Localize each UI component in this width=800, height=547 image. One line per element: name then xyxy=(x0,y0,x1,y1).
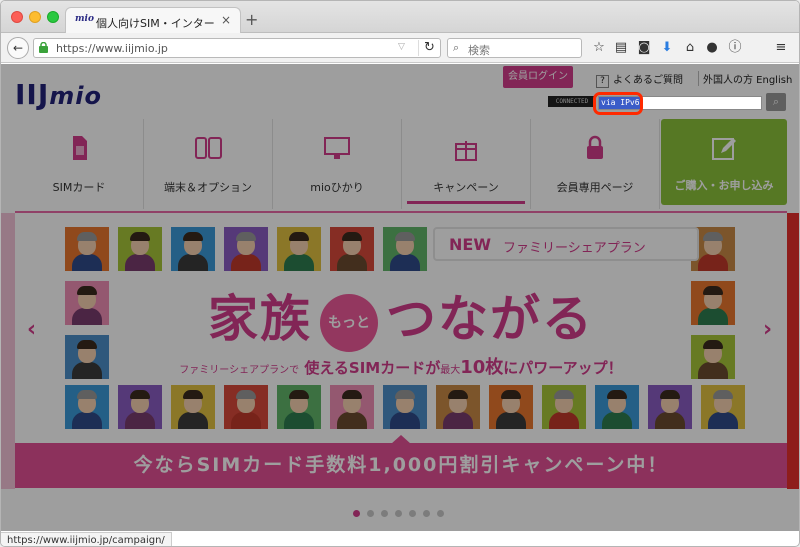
address-bar[interactable]: https://www.iijmio.jp ▽ ↻ xyxy=(33,38,441,58)
banner-side-left xyxy=(1,213,15,489)
menu-icon[interactable]: ≡ xyxy=(771,38,791,58)
member-login-button[interactable]: 会員ログイン xyxy=(503,66,573,88)
connected-badge: CONNECTED xyxy=(548,96,596,107)
tab-iijmio[interactable]: mio 個人向けSIM・インターネッ… × xyxy=(65,7,241,34)
monitor-icon xyxy=(324,137,350,159)
tab-title: 個人向けSIM・インターネッ… xyxy=(96,17,214,30)
browser-window: mio 個人向けSIM・インターネッ… × + ← https://www.ii… xyxy=(0,0,800,547)
avatar-illustration xyxy=(118,227,162,271)
plan-headline: NEW ファミリーシェアプラン xyxy=(433,227,699,261)
new-label: NEW xyxy=(449,235,491,254)
carousel-dot[interactable] xyxy=(423,510,430,517)
avatar-illustration xyxy=(277,227,321,271)
minimize-window-button[interactable] xyxy=(29,11,41,23)
main-navigation: SIMカード 端末＆オプション mioひかり キャンペーン 会員専用ページ ご購… xyxy=(15,119,787,209)
carousel-dot[interactable] xyxy=(409,510,416,517)
banner-side-right xyxy=(787,213,799,489)
avatar-illustration xyxy=(701,385,745,429)
avatar-illustration xyxy=(383,227,427,271)
bookmark-star-icon[interactable]: ☆ xyxy=(589,38,609,58)
device-icon xyxy=(195,137,222,159)
tab-strip: mio 個人向けSIM・インターネッ… × + xyxy=(1,1,799,34)
avatar-illustration xyxy=(65,385,109,429)
nav-campaign[interactable]: キャンペーン xyxy=(402,119,531,209)
avatar-illustration xyxy=(330,227,374,271)
sim-card-icon xyxy=(73,136,87,160)
faq-link[interactable]: ? よくあるご質問 xyxy=(596,71,683,88)
question-icon: ? xyxy=(596,75,609,88)
browser-search-field[interactable]: ⌕ 検索 xyxy=(447,38,582,58)
carousel-next-icon[interactable]: › xyxy=(763,317,772,342)
carousel-dots xyxy=(353,502,451,521)
maximize-window-button[interactable] xyxy=(47,11,59,23)
plan-label: ファミリーシェアプラン xyxy=(503,241,646,256)
url-dropdown-icon[interactable]: ▽ xyxy=(398,42,405,52)
url-text: https://www.iijmio.jp xyxy=(56,42,168,55)
info-icon[interactable]: ⓘ xyxy=(725,38,745,58)
campaign-banner[interactable]: NEW ファミリーシェアプラン 家族 もっと つながる ファミリーシェアプランで 使… xyxy=(15,211,787,488)
download-icon[interactable]: ⬇ xyxy=(657,38,677,58)
lock-icon xyxy=(587,135,603,159)
home-icon[interactable]: ⌂ xyxy=(680,38,700,58)
carousel-dot[interactable] xyxy=(353,510,360,517)
chat-icon[interactable]: ● xyxy=(702,38,722,58)
avatar-illustration xyxy=(224,227,268,271)
avatar-illustration xyxy=(171,385,215,429)
avatar-illustration xyxy=(171,227,215,271)
nav-member-page[interactable]: 会員専用ページ xyxy=(531,119,660,209)
avatar-illustration xyxy=(277,385,321,429)
tab-close-icon[interactable]: × xyxy=(221,13,231,27)
campaign-ribbon: 今ならSIMカード手数料1,000円割引キャンペーン中！ xyxy=(15,443,787,488)
active-tab-underline xyxy=(407,201,525,204)
avatar-illustration xyxy=(489,385,533,429)
nav-devices[interactable]: 端末＆オプション xyxy=(144,119,273,209)
new-tab-button[interactable]: + xyxy=(245,10,258,29)
reading-list-icon[interactable]: ▤ xyxy=(611,38,631,58)
avatar-illustration xyxy=(595,385,639,429)
banner-title: 家族 もっと つながる xyxy=(15,279,787,352)
motto-badge: もっと xyxy=(320,293,378,352)
nav-mio-hikari[interactable]: mioひかり xyxy=(273,119,402,209)
avatar-illustration xyxy=(436,385,480,429)
search-icon: ⌕ xyxy=(453,41,460,54)
avatar-illustration xyxy=(118,385,162,429)
carousel-dot[interactable] xyxy=(381,510,388,517)
avatar-illustration xyxy=(542,385,586,429)
navigation-toolbar: ← https://www.iijmio.jp ▽ ↻ ⌕ 検索 ☆ ▤ ◙ ⬇… xyxy=(1,33,799,63)
site-search-button[interactable]: ⌕ xyxy=(766,93,786,111)
nav-purchase-button[interactable]: ご購入・お申し込み xyxy=(661,119,787,205)
banner-subtitle: ファミリーシェアプランで 使えるSIMカードが最大10枚にパワーアップ！ xyxy=(179,357,623,378)
nav-sim-card[interactable]: SIMカード xyxy=(15,119,144,209)
avatar-illustration xyxy=(65,227,109,271)
iijmio-logo[interactable]: IIJmio xyxy=(15,78,102,111)
close-window-button[interactable] xyxy=(11,11,23,23)
reload-icon[interactable]: ↻ xyxy=(418,40,440,56)
carousel-dot[interactable] xyxy=(437,510,444,517)
english-link[interactable]: 外国人の方 English xyxy=(698,71,792,86)
carousel-prev-icon[interactable]: ‹ xyxy=(27,317,36,342)
status-url: https://www.iijmio.jp/campaign/ xyxy=(1,532,172,546)
highlight-ring xyxy=(593,92,643,115)
avatar-illustration xyxy=(648,385,692,429)
avatar-illustration xyxy=(330,385,374,429)
pocket-icon[interactable]: ◙ xyxy=(634,38,654,58)
favicon-icon: mio xyxy=(75,14,94,24)
gift-icon xyxy=(455,141,477,161)
edit-icon xyxy=(712,138,736,160)
back-button[interactable]: ← xyxy=(7,37,29,59)
search-placeholder: 検索 xyxy=(468,44,490,57)
avatar-illustration xyxy=(383,385,427,429)
avatar-illustration xyxy=(224,385,268,429)
carousel-dot[interactable] xyxy=(395,510,402,517)
lock-icon xyxy=(39,42,48,53)
webpage: IIJmio 会員ログイン ? よくあるご質問 外国人の方 English CON… xyxy=(1,64,799,531)
carousel-dot[interactable] xyxy=(367,510,374,517)
